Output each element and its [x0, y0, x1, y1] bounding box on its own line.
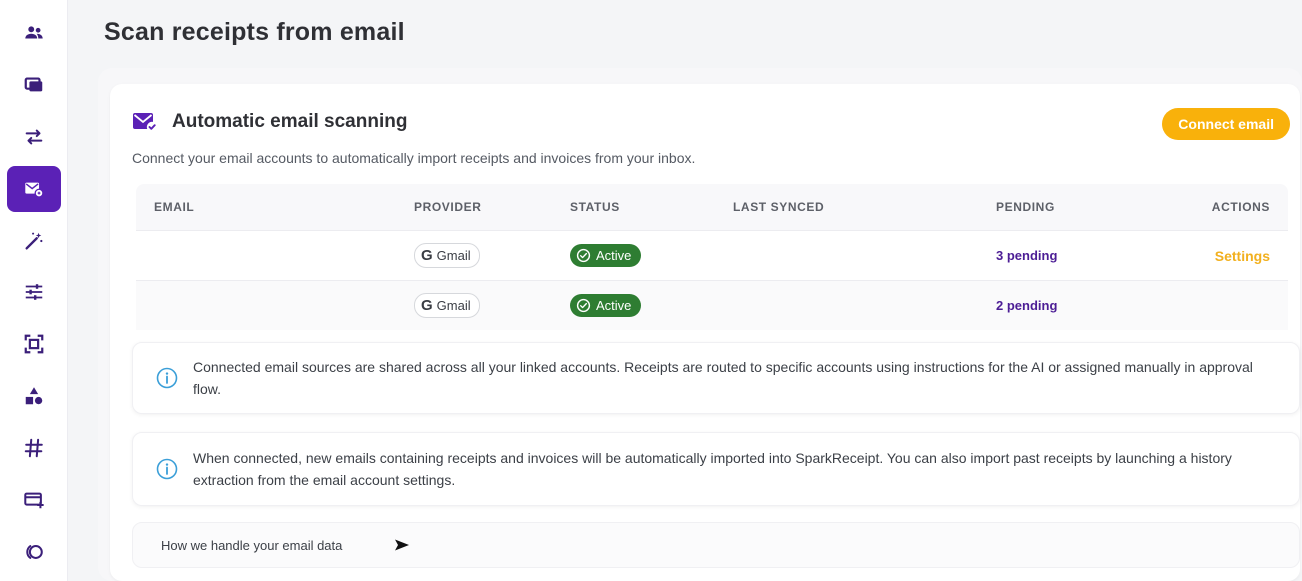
sidebar-item-payment-methods[interactable]	[7, 477, 61, 523]
email-check-icon	[133, 113, 158, 133]
sidebar-item-receipts[interactable]	[7, 62, 61, 108]
status-text: Active	[596, 248, 632, 263]
magic-wand-icon	[24, 232, 42, 250]
info-text: When connected, new emails containing re…	[193, 450, 1232, 488]
card-title: Automatic email scanning	[172, 111, 408, 132]
google-icon: G	[421, 297, 433, 314]
email-receipt-icon	[24, 182, 44, 198]
connect-email-button[interactable]: Connect email	[1162, 108, 1290, 140]
column-header-pending: PENDING	[996, 200, 1055, 214]
google-icon: G	[421, 247, 433, 264]
hashtag-icon	[24, 438, 43, 458]
shared-sources-info: Connected email sources are shared acros…	[132, 342, 1300, 414]
sidebar-item-tags[interactable]	[7, 425, 61, 471]
table-header: EMAIL PROVIDER STATUS LAST SYNCED PENDIN…	[136, 184, 1288, 230]
scan-frame-icon	[24, 335, 43, 354]
check-circle-icon	[576, 298, 591, 313]
provider-chip: G Gmail	[414, 243, 480, 268]
info-text: Connected email sources are shared acros…	[193, 359, 1253, 397]
sidebar-item-scan[interactable]	[7, 321, 61, 367]
data-handling-label: How we handle your email data	[161, 537, 343, 553]
email-accounts-table: EMAIL PROVIDER STATUS LAST SYNCED PENDIN…	[136, 184, 1288, 330]
provider-name: Gmail	[436, 248, 471, 263]
column-header-actions: ACTIONS	[1211, 200, 1270, 214]
sidebar-item-categories[interactable]	[7, 373, 61, 419]
column-header-status: STATUS	[570, 200, 620, 214]
users-icon	[24, 26, 43, 39]
email-data-handling-link[interactable]: How we handle your email data	[132, 522, 1300, 568]
sidebar-item-automation[interactable]	[7, 218, 61, 264]
status-text: Active	[596, 298, 632, 313]
table-row: G Gmail Active 2 pending	[136, 280, 1288, 330]
sliders-icon	[25, 284, 42, 301]
pending-count[interactable]: 3 pending	[996, 248, 1057, 263]
receipts-icon	[24, 77, 42, 92]
column-header-email: EMAIL	[154, 200, 195, 214]
column-header-last-synced: LAST SYNCED	[733, 200, 825, 214]
provider-name: Gmail	[436, 298, 471, 313]
pending-count[interactable]: 2 pending	[996, 298, 1057, 313]
provider-chip: G Gmail	[414, 293, 480, 318]
card-header: Automatic email scanning	[132, 110, 407, 134]
shapes-icon	[25, 387, 42, 405]
column-header-provider: PROVIDER	[414, 200, 482, 214]
toggle-circle-icon	[25, 545, 43, 559]
auto-import-info: When connected, new emails containing re…	[132, 432, 1300, 506]
arrow-right-icon	[395, 539, 410, 551]
status-badge: Active	[570, 244, 642, 267]
info-icon	[156, 458, 178, 480]
sidebar-item-transactions[interactable]	[7, 114, 61, 160]
card-add-icon	[23, 492, 44, 509]
check-circle-icon	[576, 248, 591, 263]
card-description: Connect your email accounts to automatic…	[132, 150, 696, 166]
sidebar-item-email-scanning[interactable]	[6, 165, 61, 212]
transfer-arrows-icon	[25, 129, 42, 145]
sidebar-item-integrations[interactable]	[7, 529, 61, 575]
info-icon	[156, 367, 178, 389]
sidebar	[0, 0, 68, 581]
main-content: Scan receipts from email Automatic email…	[68, 0, 1302, 581]
sidebar-item-users[interactable]	[7, 10, 61, 56]
settings-link[interactable]: Settings	[1215, 248, 1270, 264]
page-title: Scan receipts from email	[104, 18, 405, 46]
status-badge: Active	[570, 294, 642, 317]
table-row: G Gmail Active 3 pending Settings	[136, 230, 1288, 280]
sidebar-item-settings[interactable]	[7, 270, 61, 316]
email-scanning-card: Automatic email scanning Connect email C…	[110, 84, 1300, 581]
content-panel: Automatic email scanning Connect email C…	[98, 68, 1302, 581]
